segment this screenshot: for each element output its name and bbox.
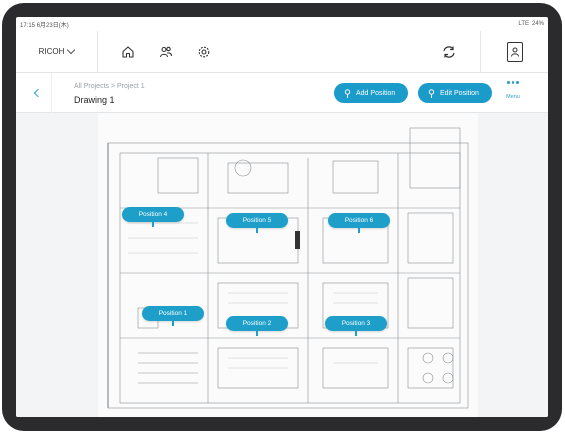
status-time: 17:15 (20, 22, 36, 29)
drawing-viewer[interactable]: Position 4 Position 5 Position 6 Positio… (16, 113, 548, 417)
breadcrumb[interactable]: All Projects > Project 1 (74, 83, 145, 90)
position-marker-2[interactable]: Position 2 (226, 316, 288, 336)
position-label: Position 3 (325, 316, 387, 331)
status-network: LTE (518, 21, 529, 27)
position-label: Position 6 (328, 213, 390, 228)
status-battery: 24% (531, 21, 544, 27)
pin-icon (344, 88, 351, 98)
position-label: Position 5 (226, 213, 288, 228)
home-icon[interactable] (120, 44, 136, 60)
people-icon[interactable] (158, 44, 174, 60)
chevron-left-icon (33, 88, 42, 98)
add-position-button[interactable]: Add Position (334, 83, 408, 103)
position-label: Position 1 (142, 306, 204, 321)
add-position-label: Add Position (356, 89, 396, 97)
app-screen: 17:15 6月23日(木) LTE 24% RICOH All Project… (16, 17, 548, 417)
position-marker-5[interactable]: Position 5 (226, 213, 288, 233)
top-bar: RICOH (16, 31, 548, 73)
org-name: RICOH (38, 47, 65, 56)
pin-icon (428, 88, 435, 98)
refresh-icon[interactable] (440, 43, 458, 61)
edit-position-button[interactable]: Edit Position (418, 83, 492, 103)
page-title: Drawing 1 (74, 95, 115, 105)
floor-plan-drawing[interactable]: Position 4 Position 5 Position 6 Positio… (98, 113, 478, 417)
marker-stem (152, 222, 154, 227)
more-dots-icon (500, 81, 526, 84)
status-left: 17:15 6月23日(木) (20, 20, 69, 29)
menu-button[interactable]: Menu (500, 81, 526, 100)
marker-stem (172, 321, 174, 326)
position-marker-1[interactable]: Position 1 (142, 306, 204, 326)
menu-label: Menu (506, 93, 520, 100)
tablet-frame: 17:15 6月23日(木) LTE 24% RICOH All Project… (2, 3, 562, 431)
back-button[interactable] (24, 73, 52, 113)
position-marker-3[interactable]: Position 3 (325, 316, 387, 336)
floor-plan-image (107, 127, 469, 409)
edit-position-label: Edit Position (440, 89, 479, 97)
position-label: Position 4 (122, 207, 184, 222)
position-marker-4[interactable]: Position 4 (122, 207, 184, 227)
marker-stem (358, 228, 360, 233)
marker-stem (256, 331, 258, 336)
chevron-down-icon (67, 45, 76, 55)
status-right: LTE 24% (518, 21, 544, 27)
status-date: 6月23日(木) (36, 22, 69, 29)
marker-stem (355, 331, 357, 336)
nav-icons (98, 44, 212, 60)
drawing-header: All Projects > Project 1 Drawing 1 Add P… (16, 73, 548, 113)
org-selector[interactable]: RICOH (16, 31, 98, 72)
marker-stem (256, 228, 258, 233)
settings-icon[interactable] (196, 44, 212, 60)
user-badge-icon (506, 42, 523, 62)
position-marker-6[interactable]: Position 6 (328, 213, 390, 233)
position-label: Position 2 (226, 316, 288, 331)
user-profile-button[interactable] (480, 31, 548, 73)
status-bar: 17:15 6月23日(木) LTE 24% (16, 17, 548, 31)
